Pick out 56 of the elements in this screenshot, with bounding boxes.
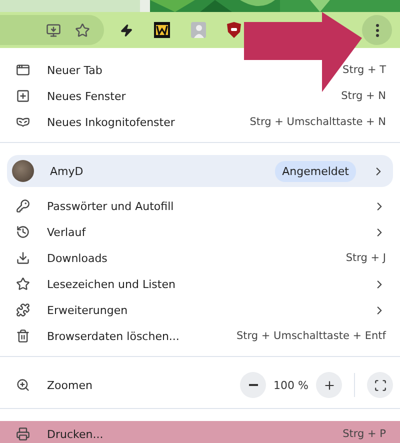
shield-icon[interactable]: [227, 22, 241, 38]
puzzle-icon: [16, 303, 30, 317]
menu-item-label: Drucken...: [47, 428, 104, 440]
menu-item-label: Lesezeichen und Listen: [47, 278, 176, 290]
new-window-icon: [16, 89, 30, 103]
menu-item-label: Verlauf: [47, 226, 87, 238]
key-icon: [16, 199, 30, 213]
menu-item-label: Neues Inkognitofenster: [47, 116, 176, 128]
menu-item[interactable]: Verlauf: [0, 219, 400, 245]
fullscreen-button[interactable]: [367, 372, 393, 398]
install-app-icon[interactable]: [46, 22, 61, 38]
menu-item[interactable]: Drucken... Strg + P: [0, 421, 400, 443]
profile-name: AmyD: [50, 164, 84, 178]
signed-in-badge: Angemeldet: [275, 160, 356, 182]
zoom-in-button[interactable]: [316, 372, 342, 398]
printer-icon: [16, 427, 30, 441]
menu-item-label: Browserdaten löschen...: [47, 330, 180, 342]
menu-item[interactable]: Erweiterungen: [0, 297, 400, 323]
shortcut-label: Strg + T: [342, 64, 386, 76]
profile-row[interactable]: AmyD Angemeldet: [7, 155, 393, 187]
menu-item-label: Neues Fenster: [47, 90, 127, 102]
plus-icon: [322, 378, 336, 392]
shortcut-label: Strg + J: [346, 252, 386, 264]
shortcut-label: Strg + N: [341, 90, 386, 102]
zoom-icon: [16, 378, 30, 392]
menu-item[interactable]: Browserdaten löschen... Strg + Umschalttaste + Entf: [0, 323, 400, 349]
avatar: [12, 160, 34, 182]
more-icon: [376, 24, 378, 36]
menu-item[interactable]: Passwörter und Autofill: [0, 193, 400, 219]
shortcut-label: Strg + P: [342, 428, 386, 440]
menu-button[interactable]: [362, 15, 392, 45]
menu-item[interactable]: Neues Inkognitofenster Strg + Umschalttaste + N: [0, 109, 400, 135]
fullscreen-icon: [374, 378, 386, 392]
shortcut-label: Strg + Umschalttaste + N: [250, 116, 386, 128]
zoom-out-button[interactable]: [240, 372, 266, 398]
zoom-value: 100 %: [272, 378, 310, 392]
menu-item[interactable]: Neues Fenster Strg + N: [0, 83, 400, 109]
window-icon: [16, 63, 30, 77]
menu-item[interactable]: Lesezeichen und Listen: [0, 271, 400, 297]
menu-item[interactable]: Neuer Tab Strg + T: [0, 57, 400, 83]
extension-icon[interactable]: [154, 22, 170, 38]
star-icon: [16, 277, 30, 291]
menu-item-label: Erweiterungen: [47, 304, 129, 316]
zoom-label: Zoomen: [47, 378, 94, 392]
history-icon: [16, 225, 30, 239]
menu-item[interactable]: Downloads Strg + J: [0, 245, 400, 271]
bookmark-star-icon[interactable]: [75, 22, 90, 38]
menu-item-label: Neuer Tab: [47, 64, 104, 76]
shortcut-label: Strg + Umschalttaste + Entf: [236, 330, 386, 342]
minus-icon: [248, 384, 258, 386]
menu-item-label: Passwörter und Autofill: [47, 200, 175, 212]
incognito-icon: [16, 115, 30, 129]
download-icon: [16, 251, 30, 265]
trash-icon: [16, 329, 30, 343]
menu-item-label: Downloads: [47, 252, 108, 264]
lightning-icon[interactable]: [120, 24, 133, 36]
